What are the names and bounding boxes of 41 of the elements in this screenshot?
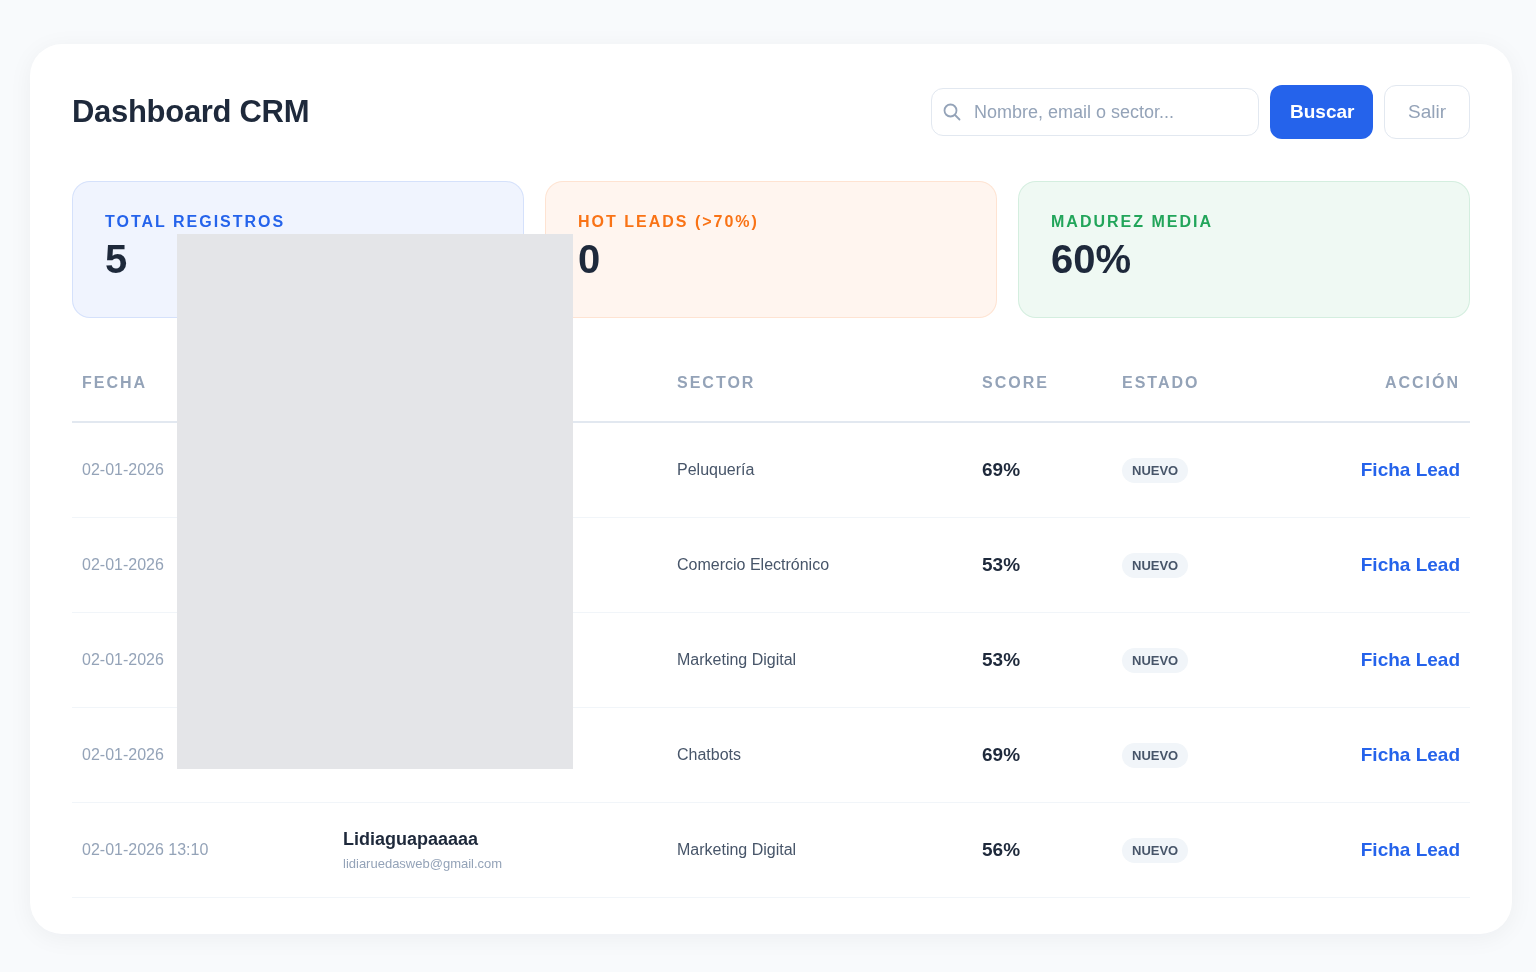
date-cell-text: 02-01-2026: [82, 556, 165, 574]
date-cell-text: 02-01-2026: [82, 651, 165, 669]
status-badge: NUEVO: [1122, 647, 1189, 673]
status-badge: NUEVO: [1122, 837, 1189, 863]
stat-label: HOT LEADS (>70%): [578, 213, 760, 231]
sector-cell-text: Marketing Digital: [677, 841, 798, 859]
column-header: SCORE: [982, 373, 1050, 392]
score-cell-text: 69%: [982, 744, 1022, 766]
score-cell-text: 53%: [982, 554, 1022, 576]
score-cell-text: 69%: [982, 459, 1022, 481]
status-badge: NUEVO: [1122, 742, 1189, 768]
stat-value: 0: [578, 237, 602, 282]
column-header: ESTADO: [1122, 373, 1201, 392]
status-badge: NUEVO: [1122, 552, 1189, 578]
stat-value: 60%: [1051, 237, 1133, 282]
lead-link[interactable]: Ficha Lead: [1360, 649, 1460, 670]
stat-label: TOTAL REGISTROS: [105, 213, 287, 231]
contact-email: lidiaruedasweb@gmail.com: [343, 856, 504, 871]
column-header: SECTOR: [677, 373, 757, 392]
column-header: FECHA: [82, 373, 149, 392]
lead-link[interactable]: Ficha Lead: [1360, 839, 1460, 860]
search-button[interactable]: Buscar: [1270, 85, 1373, 139]
sector-cell-text: Chatbots: [677, 746, 743, 764]
sector-cell-text: Comercio Electrónico: [677, 556, 831, 574]
date-cell-text: 02-01-2026 13:10: [82, 841, 210, 859]
lead-link[interactable]: Ficha Lead: [1360, 744, 1460, 765]
stat-label: MADUREZ MEDIA: [1051, 213, 1214, 231]
score-cell-text: 53%: [982, 649, 1022, 671]
column-header: ACCIÓN: [1383, 372, 1460, 392]
search-field[interactable]: Nombre, email o sector...: [931, 88, 1259, 136]
contact-name: Lidiaguapaaaaa: [343, 829, 480, 850]
page-title: Dashboard CRM: [72, 94, 310, 130]
lead-link[interactable]: Ficha Lead: [1360, 459, 1460, 480]
date-cell-text: 02-01-2026: [82, 461, 165, 479]
stat-value: 5: [105, 237, 129, 282]
sector-cell-text: Peluquería: [677, 461, 756, 479]
sector-cell-text: Marketing Digital: [677, 651, 798, 669]
status-badge: NUEVO: [1122, 457, 1189, 483]
score-cell-text: 56%: [982, 839, 1022, 861]
lead-link[interactable]: Ficha Lead: [1360, 554, 1460, 575]
date-cell-text: 02-01-2026: [82, 746, 165, 764]
